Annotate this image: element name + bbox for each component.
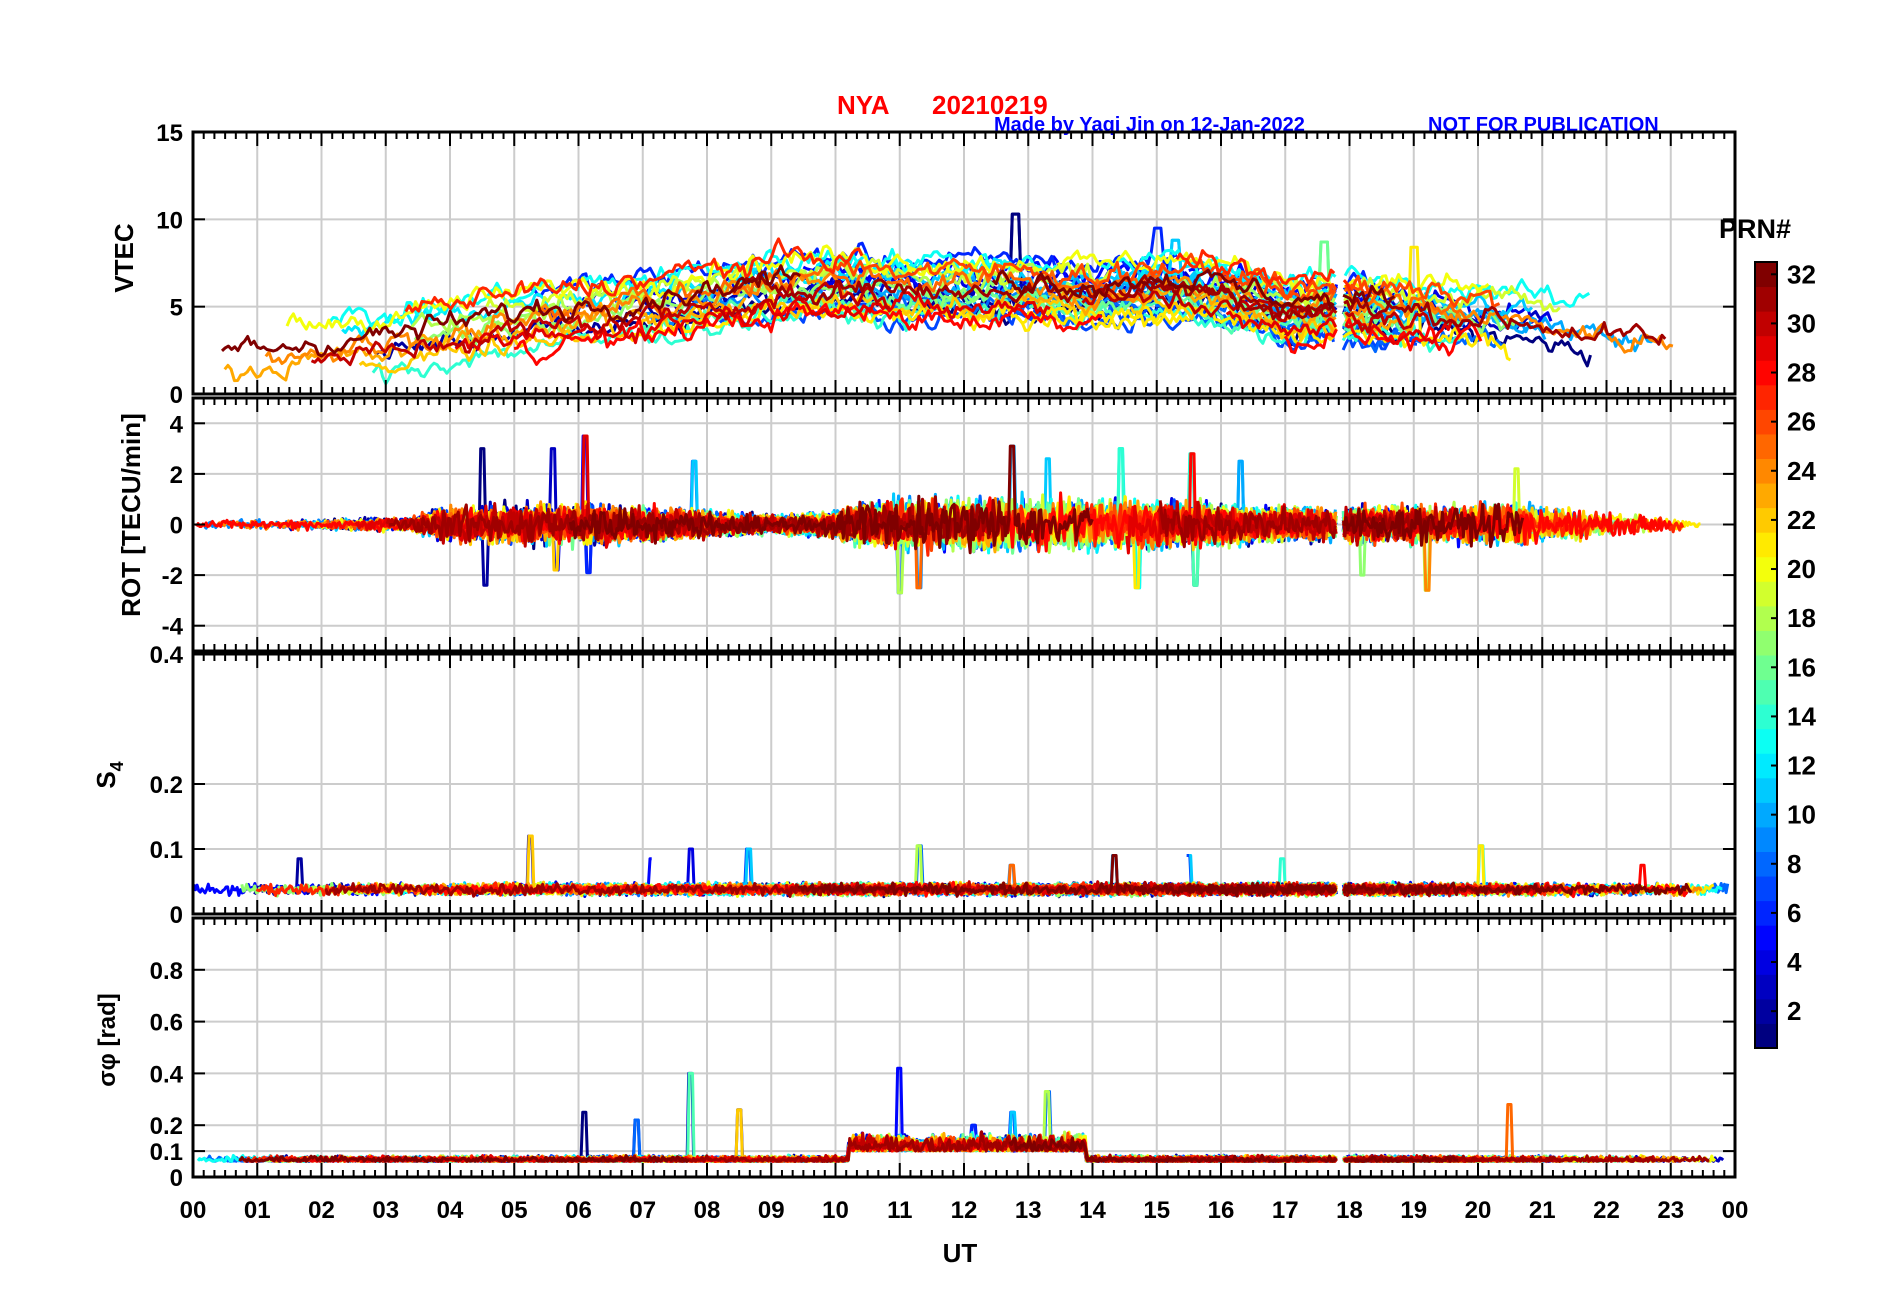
colorbar-tick-label: 12 — [1787, 751, 1816, 781]
colorbar-swatch — [1755, 925, 1777, 951]
s4-y-tick-label: 0.1 — [150, 837, 183, 864]
rot-y-tick-label: -4 — [162, 614, 184, 641]
vtec-y-tick-label: 10 — [156, 207, 183, 234]
colorbar-swatch — [1755, 974, 1777, 1000]
colorbar-swatch — [1755, 728, 1777, 754]
colorbar-tick-label: 10 — [1787, 800, 1816, 830]
colorbar-swatch — [1755, 433, 1777, 459]
colorbar-tick-label: 20 — [1787, 554, 1816, 584]
vtec-y-tick-label: 15 — [156, 120, 183, 147]
x-tick-label: 08 — [694, 1197, 721, 1224]
vtec-y-tick-label: 5 — [170, 295, 183, 322]
x-tick-label: 23 — [1657, 1197, 1684, 1224]
sigma-ylabel: σφ [rad] — [94, 993, 121, 1087]
x-tick-label: 03 — [372, 1197, 399, 1224]
rot-y-tick-label: 0 — [170, 513, 183, 540]
sigma-y-tick-label: 0.8 — [150, 958, 183, 985]
sigma-y-tick-label: 0.6 — [150, 1010, 183, 1037]
x-tick-label: 00 — [1722, 1197, 1749, 1224]
colorbar-swatch — [1755, 876, 1777, 902]
x-tick-label: 16 — [1208, 1197, 1235, 1224]
x-tick-label: 14 — [1079, 1197, 1106, 1224]
x-tick-label: 06 — [565, 1197, 592, 1224]
x-tick-label: 20 — [1465, 1197, 1492, 1224]
colorbar-swatch — [1755, 335, 1777, 361]
x-tick-label: 12 — [951, 1197, 978, 1224]
x-tick-label: 07 — [629, 1197, 656, 1224]
x-tick-label: 01 — [244, 1197, 271, 1224]
x-tick-label: 19 — [1400, 1197, 1427, 1224]
colorbar-tick-label: 26 — [1787, 407, 1816, 437]
colorbar-swatch — [1755, 483, 1777, 509]
x-tick-label: 00 — [180, 1197, 207, 1224]
sigma-y-tick-label: 0.2 — [150, 1113, 183, 1140]
colorbar-tick-label: 28 — [1787, 358, 1816, 388]
x-tick-label: 10 — [822, 1197, 849, 1224]
x-tick-label: 04 — [437, 1197, 464, 1224]
s4-y-tick-label: 0 — [170, 902, 183, 929]
colorbar-swatch — [1755, 1023, 1777, 1049]
colorbar-tick-label: 14 — [1787, 701, 1816, 731]
rot-y-tick-label: -2 — [162, 563, 183, 590]
x-tick-label: 17 — [1272, 1197, 1299, 1224]
colorbar-swatch — [1755, 384, 1777, 410]
colorbar-swatch — [1755, 630, 1777, 656]
rot-ylabel: ROT [TECU/min] — [116, 413, 146, 617]
x-tick-label: 13 — [1015, 1197, 1042, 1224]
s4-y-tick-label: 0.4 — [150, 642, 184, 669]
x-tick-label: 22 — [1593, 1197, 1620, 1224]
colorbar-tick-label: 2 — [1787, 996, 1801, 1026]
x-tick-label: 05 — [501, 1197, 528, 1224]
colorbar-tick-label: 6 — [1787, 898, 1801, 928]
colorbar-swatch — [1755, 581, 1777, 607]
colorbar-swatch — [1755, 532, 1777, 558]
x-tick-label: 21 — [1529, 1197, 1556, 1224]
vtec-ylabel: VTEC — [109, 223, 139, 293]
tec-scintillation-figure: NYA 20210219 Made by Yaqi Jin on 12-Jan-… — [0, 0, 1902, 1292]
sigma-y-tick-label: 0 — [170, 1165, 183, 1192]
colorbar-tick-label: 18 — [1787, 603, 1816, 633]
s4-ylabel-text: S — [91, 771, 121, 788]
colorbar-tick-label: 22 — [1787, 505, 1816, 535]
x-axis-label: UT — [943, 1238, 978, 1268]
colorbar-swatch — [1755, 826, 1777, 852]
x-tick-label: 18 — [1336, 1197, 1363, 1224]
colorbar-tick-label: 24 — [1787, 456, 1816, 486]
colorbar-tick-label: 32 — [1787, 259, 1816, 289]
s4-y-tick-label: 0.2 — [150, 772, 183, 799]
x-tick-label: 15 — [1143, 1197, 1170, 1224]
colorbar-swatch — [1755, 286, 1777, 312]
x-tick-label: 02 — [308, 1197, 335, 1224]
vtec-y-tick-label: 0 — [170, 382, 183, 409]
colorbar-swatch — [1755, 777, 1777, 803]
colorbar-swatch — [1755, 679, 1777, 705]
rot-y-tick-label: 4 — [170, 411, 184, 438]
x-tick-label: 09 — [758, 1197, 785, 1224]
rot-y-tick-label: 2 — [170, 462, 183, 489]
colorbar-tick-label: 8 — [1787, 849, 1801, 879]
title-station: NYA — [837, 90, 890, 120]
colorbar-tick-label: 4 — [1787, 947, 1802, 977]
sigma-y-tick-label: 0.4 — [150, 1061, 184, 1088]
sigma-y-tick-label: 0.1 — [150, 1139, 183, 1166]
colorbar-label: PRN# — [1719, 214, 1791, 244]
colorbar-tick-label: 30 — [1787, 308, 1816, 338]
x-tick-label: 11 — [887, 1197, 912, 1224]
colorbar-tick-label: 16 — [1787, 652, 1816, 682]
s4-ylabel-subscript: 4 — [107, 761, 127, 771]
